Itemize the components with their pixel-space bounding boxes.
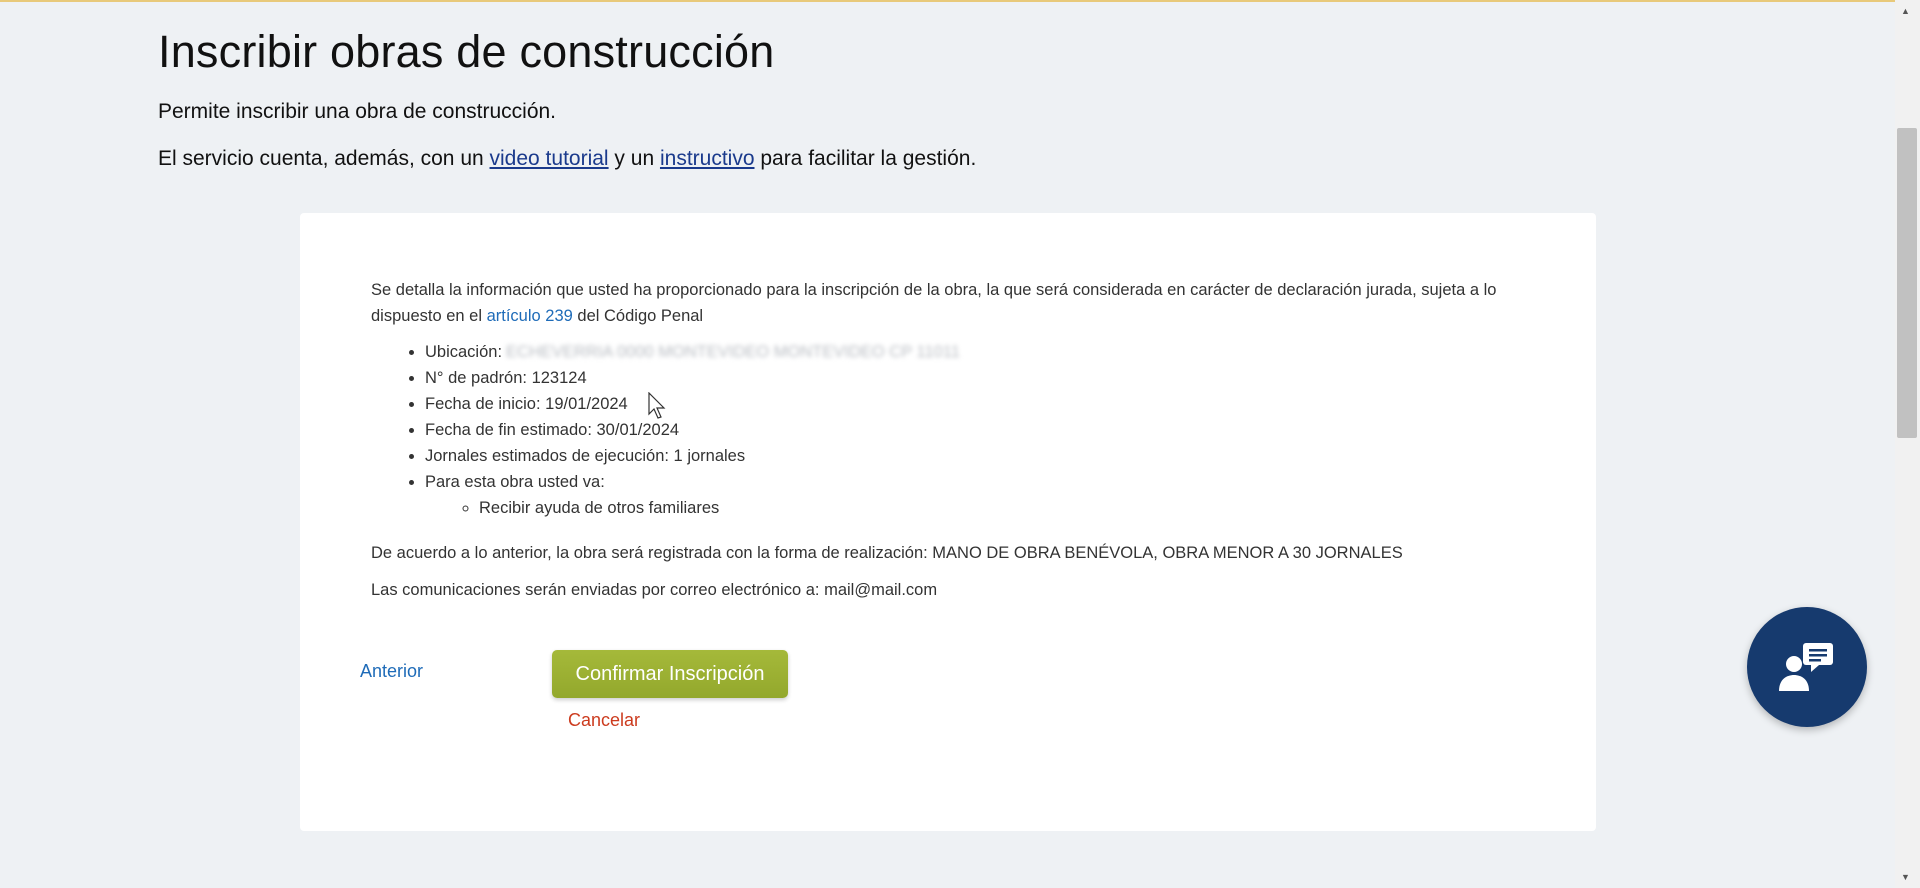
service-info-prefix: El servicio cuenta, además, con un bbox=[158, 147, 490, 170]
ubicacion-value: ECHEVERRIA 0000 MONTEVIDEO MONTEVIDEO CP… bbox=[506, 343, 960, 361]
service-info-suffix: para facilitar la gestión. bbox=[754, 147, 977, 170]
list-item-fecha-inicio: Fecha de inicio: 19/01/2024 bbox=[425, 391, 960, 417]
page-subtitle: Permite inscribir una obra de construcci… bbox=[158, 100, 557, 123]
list-item-jornales: Jornales estimados de ejecución: 1 jorna… bbox=[425, 443, 960, 469]
list-item-padron: N° de padrón: 123124 bbox=[425, 365, 960, 391]
declaration-suffix: del Código Penal bbox=[572, 307, 704, 325]
instructivo-link[interactable]: instructivo bbox=[660, 147, 755, 170]
list-item-fecha-fin: Fecha de fin estimado: 30/01/2024 bbox=[425, 417, 960, 443]
forma-realizacion-text: De acuerdo a lo anterior, la obra será r… bbox=[371, 544, 1403, 562]
chat-support-button[interactable] bbox=[1747, 607, 1867, 727]
confirm-inscription-button[interactable]: Confirmar Inscripción bbox=[552, 650, 788, 698]
article-239-link[interactable]: artículo 239 bbox=[487, 307, 573, 325]
service-info-mid: y un bbox=[608, 147, 660, 170]
declaration-text: Se detalla la información que usted ha p… bbox=[371, 277, 1521, 329]
para-obra-sublist: Recibir ayuda de otros familiares bbox=[425, 495, 960, 521]
scroll-down-arrow-icon[interactable]: ▼ bbox=[1901, 872, 1910, 882]
para-obra-label: Para esta obra usted va: bbox=[425, 473, 605, 491]
ubicacion-label: Ubicación: bbox=[425, 343, 503, 361]
previous-link[interactable]: Anterior bbox=[360, 661, 423, 682]
mail-notice-text: Las comunicaciones serán enviadas por co… bbox=[371, 581, 938, 599]
video-tutorial-link[interactable]: video tutorial bbox=[490, 147, 609, 170]
details-list: Ubicación:ECHEVERRIA 0000 MONTEVIDEO MON… bbox=[371, 339, 960, 521]
list-item-ubicacion: Ubicación:ECHEVERRIA 0000 MONTEVIDEO MON… bbox=[425, 339, 960, 365]
scrollbar-thumb[interactable] bbox=[1897, 128, 1917, 438]
cancel-link[interactable]: Cancelar bbox=[568, 710, 640, 731]
mouse-cursor-icon bbox=[648, 392, 666, 419]
list-item-para-obra: Para esta obra usted va: Recibir ayuda d… bbox=[425, 469, 960, 521]
service-info: El servicio cuenta, además, con un video… bbox=[158, 147, 976, 171]
top-border bbox=[0, 0, 1920, 2]
chat-support-icon bbox=[1779, 643, 1833, 691]
page-title: Inscribir obras de construcción bbox=[158, 26, 775, 77]
sub-list-item-ayuda: Recibir ayuda de otros familiares bbox=[479, 495, 960, 521]
scroll-up-arrow-icon[interactable]: ▲ bbox=[1901, 6, 1910, 16]
